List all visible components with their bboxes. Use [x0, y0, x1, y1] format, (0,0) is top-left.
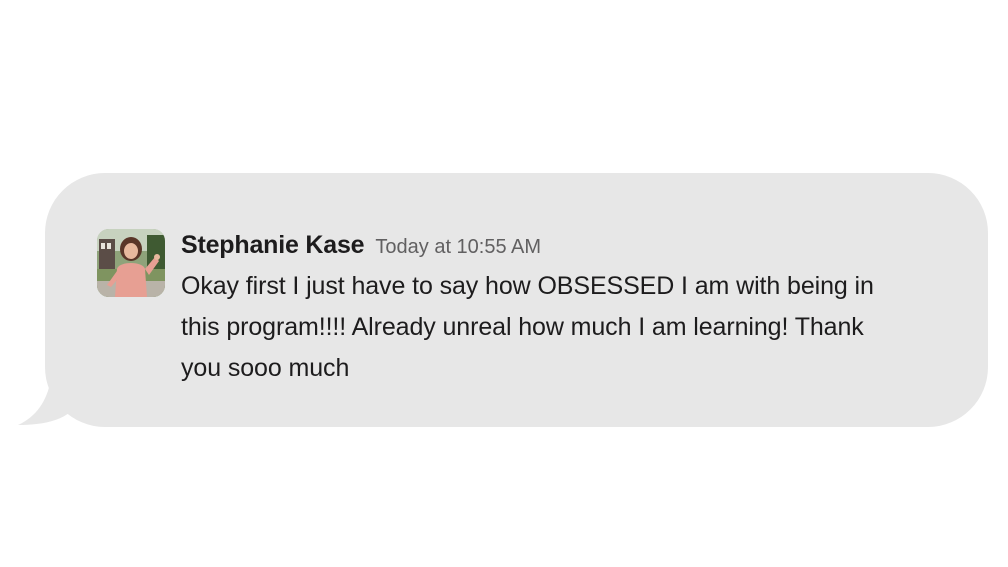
message-line: Okay first I just have to say how OBSESS… [181, 272, 874, 300]
avatar[interactable] [97, 229, 165, 297]
chat-message-screenshot: Stephanie Kase Today at 10:55 AM Okay fir… [0, 0, 1008, 567]
user-photo-avatar-icon [97, 229, 165, 297]
author-name[interactable]: Stephanie Kase [181, 231, 365, 259]
message-timestamp[interactable]: Today at 10:55 AM [375, 236, 541, 258]
message-line: you sooo much [181, 354, 350, 382]
message-text: Okay first I just have to say how OBSESS… [181, 266, 971, 389]
message-header: Stephanie Kase Today at 10:55 AM [181, 227, 541, 267]
message-line: this program!!!! Already unreal how much… [181, 313, 864, 341]
